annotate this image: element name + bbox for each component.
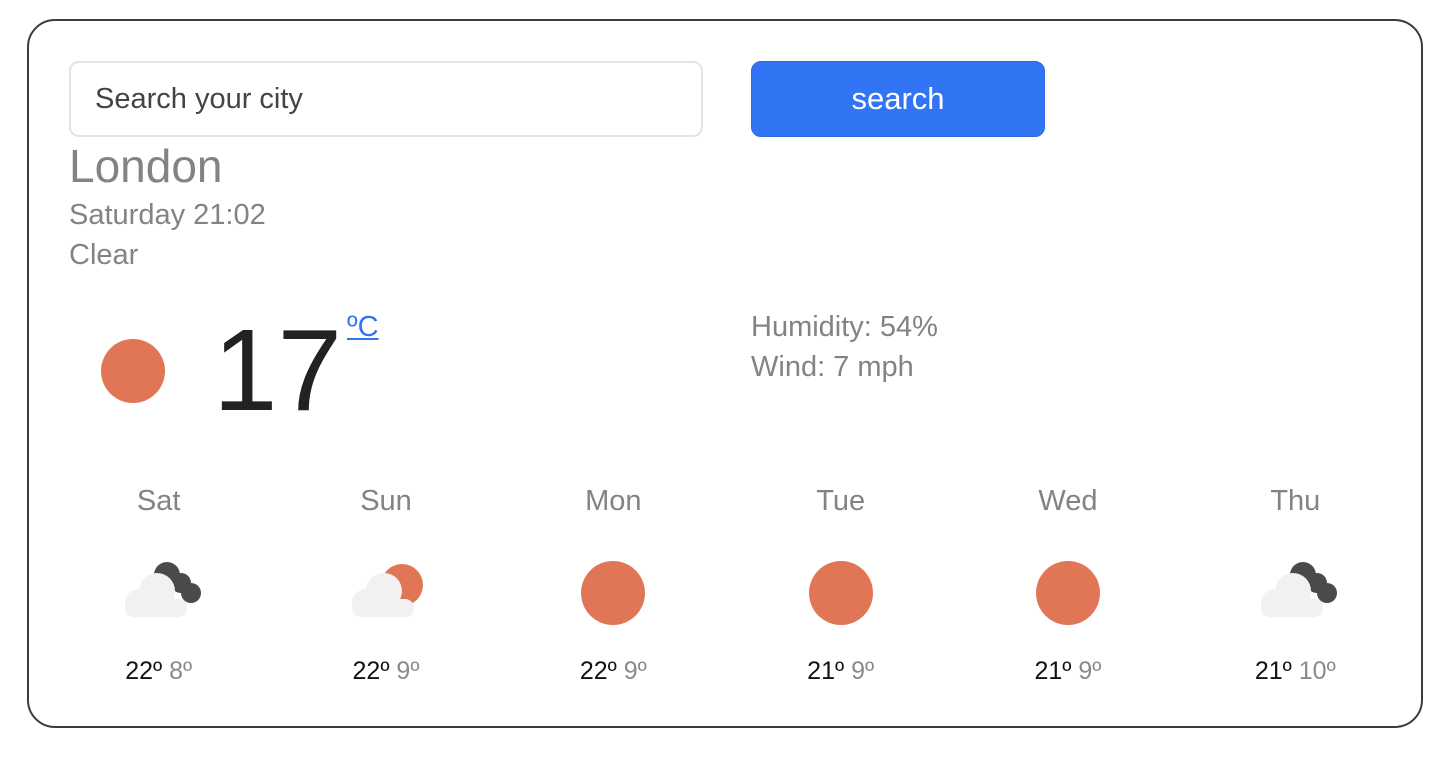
forecast-day: Mon 22º 9º xyxy=(500,481,727,686)
forecast-high: 21º xyxy=(1254,657,1292,685)
cloud-night-icon xyxy=(109,551,209,631)
forecast-high: 21º xyxy=(807,657,845,685)
forecast-low: 9º xyxy=(623,657,647,685)
forecast-day: Sat 22º 8º xyxy=(45,481,272,686)
temperature-unit-toggle[interactable]: ºC xyxy=(347,311,379,344)
current-temperature: 17 xyxy=(213,305,343,435)
forecast-high: 22º xyxy=(579,657,617,685)
forecast-day: Sun 22º 9º xyxy=(272,481,499,686)
forecast-day-name: Mon xyxy=(585,485,642,517)
current-condition: Clear xyxy=(69,239,139,271)
forecast-high: 21º xyxy=(1034,657,1072,685)
forecast-day-name: Thu xyxy=(1270,485,1321,517)
forecast-low: 8º xyxy=(169,657,193,685)
sun-icon xyxy=(791,551,891,631)
forecast-day: Tue 21º 9º xyxy=(727,481,954,686)
sun-icon xyxy=(1018,551,1118,631)
forecast-high: 22º xyxy=(125,657,163,685)
forecast-low: 9º xyxy=(396,657,420,685)
forecast-low: 9º xyxy=(1078,657,1102,685)
forecast-day-name: Wed xyxy=(1038,485,1098,517)
city-search-input[interactable] xyxy=(69,61,703,137)
humidity: Humidity: 54% xyxy=(751,311,938,343)
forecast-day: Thu 21º 10º xyxy=(1182,481,1409,686)
forecast-day-name: Sun xyxy=(360,485,412,517)
weather-card: search London Saturday 21:02 Clear 17 ºC… xyxy=(27,19,1423,728)
city-name: London xyxy=(69,140,223,192)
forecast-low: 9º xyxy=(851,657,875,685)
forecast-day: Wed 21º 9º xyxy=(954,481,1181,686)
cloud-night-icon xyxy=(1245,551,1345,631)
wind: Wind: 7 mph xyxy=(751,351,914,383)
current-datetime: Saturday 21:02 xyxy=(69,199,266,231)
sun-icon xyxy=(563,551,663,631)
forecast-low: 10º xyxy=(1298,657,1336,685)
forecast-high: 22º xyxy=(352,657,390,685)
search-button[interactable]: search xyxy=(751,61,1045,137)
forecast-day-name: Tue xyxy=(816,485,866,517)
sun-icon xyxy=(101,339,165,403)
forecast-list: Sat 22º 8º Sun 22º 9º Mon 22º 9º Tue 21º… xyxy=(45,481,1409,686)
forecast-day-name: Sat xyxy=(136,485,181,517)
cloud-sun-icon xyxy=(336,551,436,631)
